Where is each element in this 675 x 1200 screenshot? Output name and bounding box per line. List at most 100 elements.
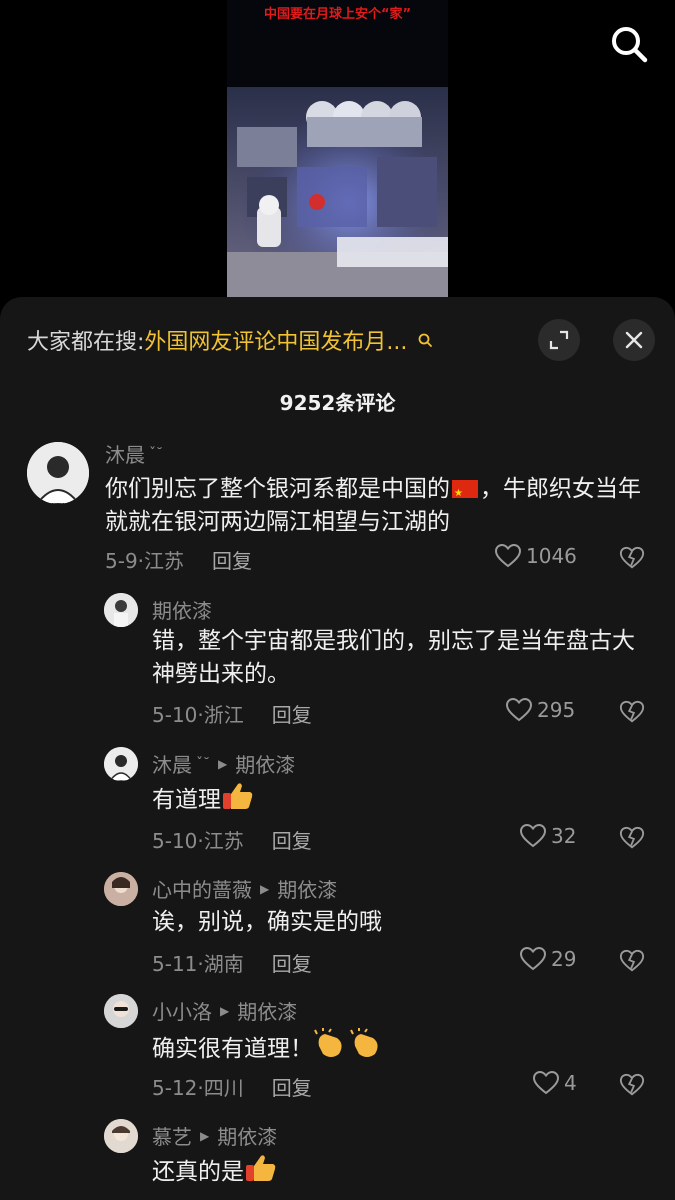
hot-search-prefix: 大家都在搜: xyxy=(27,330,145,355)
comment-date-location: 5-10·江苏 xyxy=(152,829,244,853)
author-name: 心中的蔷薇 xyxy=(152,878,252,902)
thumbs-up-emoji xyxy=(246,1155,276,1181)
comment-meta: 5-10·江苏 回复 xyxy=(152,825,312,854)
comment-text: 有道理 xyxy=(152,781,652,817)
search-button[interactable] xyxy=(605,20,653,68)
author-suffix: ˇ˘ xyxy=(149,445,163,462)
heart-icon xyxy=(519,823,547,848)
video-area[interactable]: 中国要在月球上安个“家” xyxy=(0,0,675,300)
author-name: 沐晨 xyxy=(152,753,192,777)
comment-date-location: 5-10·浙江 xyxy=(152,703,244,727)
clapping-hands-emoji xyxy=(350,1028,378,1057)
comment-text: 还真的是 xyxy=(152,1153,652,1189)
china-flag-emoji xyxy=(452,477,478,510)
reply-arrow-icon: ▶ xyxy=(200,1128,210,1143)
reply-target-name[interactable]: 期依漆 xyxy=(237,996,297,1025)
comment-text-part-1: 你们别忘了整个银河系都是中国的 xyxy=(105,476,450,502)
hot-search-link[interactable]: 大家都在搜: 外国网友评论中国发布月... xyxy=(27,319,433,361)
like-count: 32 xyxy=(551,824,577,848)
like-button[interactable]: 32 xyxy=(519,823,576,849)
author-name: 小小洛 xyxy=(152,1000,212,1024)
avatar-image xyxy=(104,747,138,781)
reply-arrow-icon: ▶ xyxy=(260,881,270,896)
avatar[interactable] xyxy=(104,872,138,906)
reply-target-name[interactable]: 期依漆 xyxy=(235,749,295,778)
broken-heart-icon[interactable] xyxy=(619,948,645,974)
comment-text: 错，整个宇宙都是我们的，别忘了是当年盘古大神劈出来的。 xyxy=(152,628,635,687)
search-icon xyxy=(419,333,433,347)
broken-heart-icon[interactable] xyxy=(619,545,645,571)
avatar[interactable] xyxy=(104,593,138,627)
comment-text-main: 还真的是 xyxy=(152,1159,244,1185)
broken-heart-icon[interactable] xyxy=(619,1072,645,1098)
like-count: 4 xyxy=(564,1071,577,1095)
comment-author[interactable]: 沐晨 ˇ˘ ▶ 期依漆 xyxy=(152,749,295,778)
reply-button[interactable]: 回复 xyxy=(272,825,312,854)
lunar-base-image xyxy=(227,87,448,297)
reply-button[interactable]: 回复 xyxy=(272,699,312,728)
comment-date-location: 5-9·江苏 xyxy=(105,549,185,573)
author-suffix: ˇ˘ xyxy=(196,755,210,772)
like-count: 295 xyxy=(537,698,576,722)
heart-icon xyxy=(519,946,547,971)
comment-meta: 5-10·浙江 回复 xyxy=(152,699,312,728)
comment-sheet: 大家都在搜: 外国网友评论中国发布月... 9252条评论 沐晨 ˇ˘ 你们别忘… xyxy=(0,297,675,1200)
avatar-image xyxy=(104,593,138,627)
close-button[interactable] xyxy=(613,319,655,361)
author-name: 慕艺 xyxy=(152,1125,192,1149)
heart-icon xyxy=(505,697,533,722)
avatar-image xyxy=(104,994,138,1028)
comment-text: 确实很有道理！ xyxy=(152,1028,652,1066)
search-icon xyxy=(612,27,648,63)
like-button[interactable]: 295 xyxy=(505,697,575,723)
comment-header: 大家都在搜: 外国网友评论中国发布月... xyxy=(0,319,675,361)
reply-target-name[interactable]: 期依漆 xyxy=(277,874,337,903)
heart-icon xyxy=(494,543,522,568)
reply-arrow-icon: ▶ xyxy=(220,1003,230,1018)
reply-button[interactable]: 回复 xyxy=(272,1072,312,1101)
avatar[interactable] xyxy=(104,994,138,1028)
comment-author[interactable]: 沐晨 ˇ˘ xyxy=(105,439,163,468)
comment-meta: 5-9·江苏 回复 xyxy=(105,545,252,574)
avatar-image xyxy=(104,1119,138,1153)
like-button[interactable]: 4 xyxy=(532,1070,577,1096)
comment-text-main: 确实很有道理！ xyxy=(152,1036,313,1062)
comment-count: 9252条评论 xyxy=(279,391,396,415)
like-count: 1046 xyxy=(526,544,577,568)
comment-author[interactable]: 心中的蔷薇 ▶ 期依漆 xyxy=(152,874,337,903)
expand-button[interactable] xyxy=(538,319,580,361)
close-icon xyxy=(625,331,643,349)
like-button[interactable]: 1046 xyxy=(494,543,577,569)
comment-author[interactable]: 慕艺 ▶ 期依漆 xyxy=(152,1121,277,1150)
comment-meta: 5-12·四川 回复 xyxy=(152,1072,312,1101)
avatar-image xyxy=(104,872,138,906)
comment-date-location: 5-11·湖南 xyxy=(152,952,244,976)
author-name: 沐晨 xyxy=(105,443,145,467)
video-caption: 中国要在月球上安个“家” xyxy=(263,7,412,22)
reply-button[interactable]: 回复 xyxy=(272,948,312,977)
avatar[interactable] xyxy=(104,1119,138,1153)
comment-date-location: 5-12·四川 xyxy=(152,1076,244,1100)
avatar[interactable] xyxy=(104,747,138,781)
hot-search-term: 外国网友评论中国发布月... xyxy=(144,330,408,355)
comment-text-main: 有道理 xyxy=(152,787,221,813)
author-name: 期依漆 xyxy=(152,599,212,623)
clapping-hands-emoji xyxy=(314,1028,342,1057)
broken-heart-icon[interactable] xyxy=(619,699,645,725)
comment-author[interactable]: 小小洛 ▶ 期依漆 xyxy=(152,996,297,1025)
like-button[interactable]: 29 xyxy=(519,946,576,972)
reply-target-name[interactable]: 期依漆 xyxy=(217,1121,277,1150)
comment-text: 诶，别说，确实是的哦 xyxy=(152,909,382,935)
avatar-image xyxy=(27,442,89,504)
like-count: 29 xyxy=(551,947,577,971)
comment-meta: 5-11·湖南 回复 xyxy=(152,948,312,977)
comment-author[interactable]: 期依漆 xyxy=(152,595,212,624)
thumbs-up-emoji xyxy=(223,783,253,809)
comment-text: 你们别忘了整个银河系都是中国的，牛郎织女当年就就在银河两边隔江相望与江湖的 xyxy=(105,473,645,539)
reply-button[interactable]: 回复 xyxy=(212,545,252,574)
avatar[interactable] xyxy=(27,442,89,504)
broken-heart-icon[interactable] xyxy=(619,825,645,851)
reply-arrow-icon: ▶ xyxy=(218,756,228,771)
heart-icon xyxy=(532,1070,560,1095)
video-thumbnail[interactable]: 中国要在月球上安个“家” xyxy=(227,0,448,297)
